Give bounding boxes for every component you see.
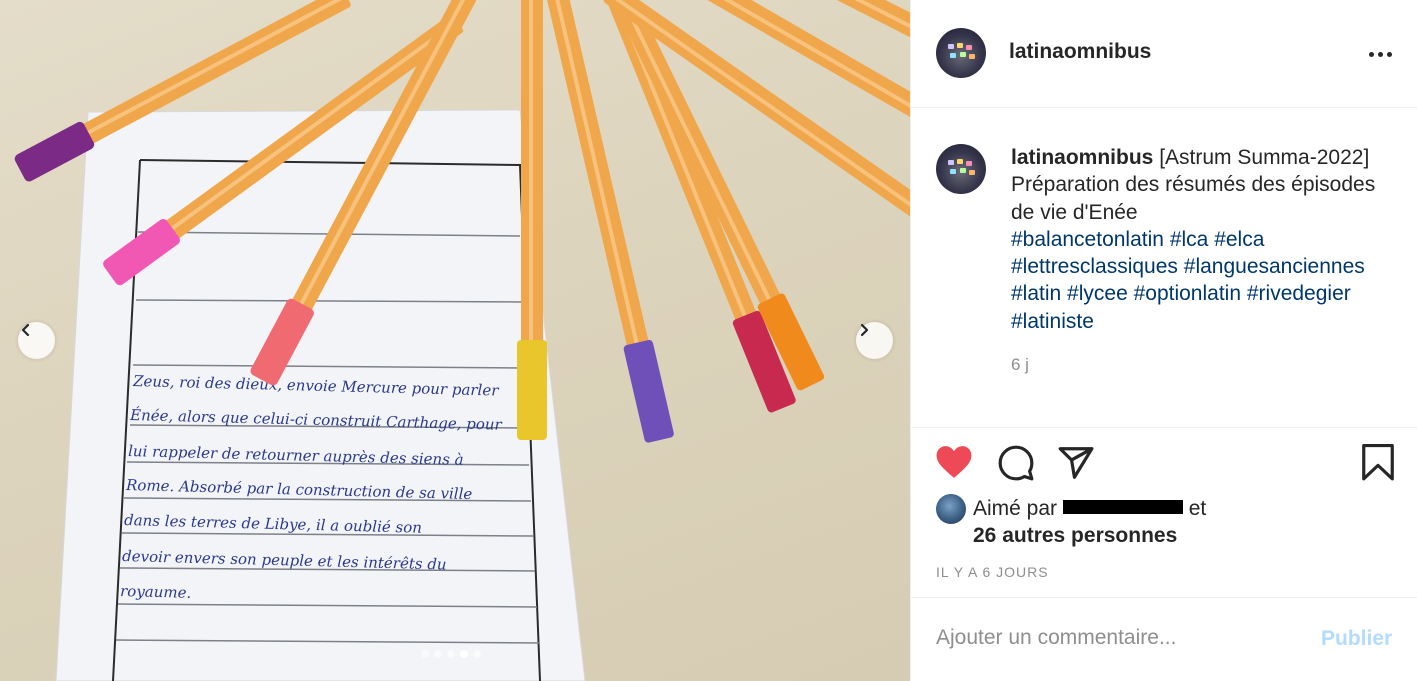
likes-others-link[interactable]: 26 autres personnes	[973, 524, 1177, 548]
hashtag-link[interactable]: #lca	[1170, 228, 1209, 251]
carousel-dot	[460, 650, 468, 658]
caption-timestamp[interactable]: 6 j	[1011, 355, 1029, 375]
carousel-indicator	[421, 650, 481, 658]
bookmark-icon	[1362, 444, 1394, 481]
comment-icon	[998, 445, 1034, 481]
avatar[interactable]	[936, 28, 986, 78]
carousel-dot	[473, 650, 481, 658]
liker-avatar[interactable]	[936, 494, 966, 524]
carousel-dot	[447, 650, 455, 658]
hashtag-link[interactable]: #lettresclassiques	[1011, 255, 1178, 278]
hashtag-link[interactable]: #balancetonlatin	[1011, 228, 1164, 251]
likes-prefix: Aimé par	[973, 497, 1058, 520]
caption-text-block: latinaomnibus [Astrum Summa-2022] Prépar…	[1011, 144, 1403, 335]
like-button[interactable]	[935, 444, 973, 485]
hashtag-link[interactable]: #elca	[1214, 228, 1264, 251]
heart-filled-icon	[936, 446, 972, 478]
paper-plane-icon	[1058, 447, 1094, 479]
chevron-left-icon	[21, 323, 30, 337]
share-button[interactable]	[1057, 444, 1095, 487]
caption-username[interactable]: latinaomnibus	[1011, 146, 1153, 169]
post-comment-button[interactable]: Publier	[1321, 627, 1392, 651]
hashtag-link[interactable]: #latiniste	[1011, 310, 1094, 333]
post-header: latinaomnibus	[911, 0, 1417, 108]
likes-line: Aimé par et	[973, 497, 1206, 521]
more-horizontal-icon	[1369, 51, 1374, 57]
comment-bar: Ajouter un commentaire... Publier	[911, 597, 1417, 681]
carousel-next-button[interactable]	[856, 322, 893, 359]
post-author-username[interactable]: latinaomnibus	[1009, 40, 1151, 64]
hashtag-link[interactable]: #languesanciennes	[1184, 255, 1365, 278]
action-bar	[911, 430, 1417, 500]
post-photo: Zeus, roi des dieux, envoie Mercure pour…	[0, 0, 910, 681]
hashtag-link[interactable]: #optionlatin	[1134, 282, 1241, 305]
hashtag-link[interactable]: #latin	[1011, 282, 1061, 305]
carousel-dot	[421, 650, 429, 658]
hashtag-link[interactable]: #rivedegier	[1247, 282, 1351, 305]
caption-avatar[interactable]	[936, 144, 986, 194]
comment-input[interactable]: Ajouter un commentaire...	[936, 626, 1276, 654]
comment-button[interactable]	[997, 444, 1035, 487]
handwriting-line: royaume.	[120, 582, 192, 602]
save-button[interactable]	[1360, 444, 1396, 487]
more-options-button[interactable]	[1369, 44, 1399, 64]
posted-ago[interactable]: IL Y A 6 JOURS	[936, 564, 1049, 580]
likes-suffix: et	[1188, 497, 1207, 520]
hashtag-list: #balancetonlatin #lca #elca #lettresclass…	[1011, 228, 1365, 333]
post-caption: latinaomnibus [Astrum Summa-2022] Prépar…	[911, 108, 1417, 428]
hashtag-link[interactable]: #lycee	[1067, 282, 1128, 305]
photo-scene: Zeus, roi des dieux, envoie Mercure pour…	[14, 0, 910, 681]
carousel-dot	[434, 650, 442, 658]
post-side-panel: latinaomnibus latinaomnibus [Astrum Summ…	[910, 0, 1417, 681]
redacted-username	[1062, 500, 1183, 515]
chevron-right-icon	[860, 323, 869, 337]
carousel-prev-button[interactable]	[18, 322, 55, 359]
